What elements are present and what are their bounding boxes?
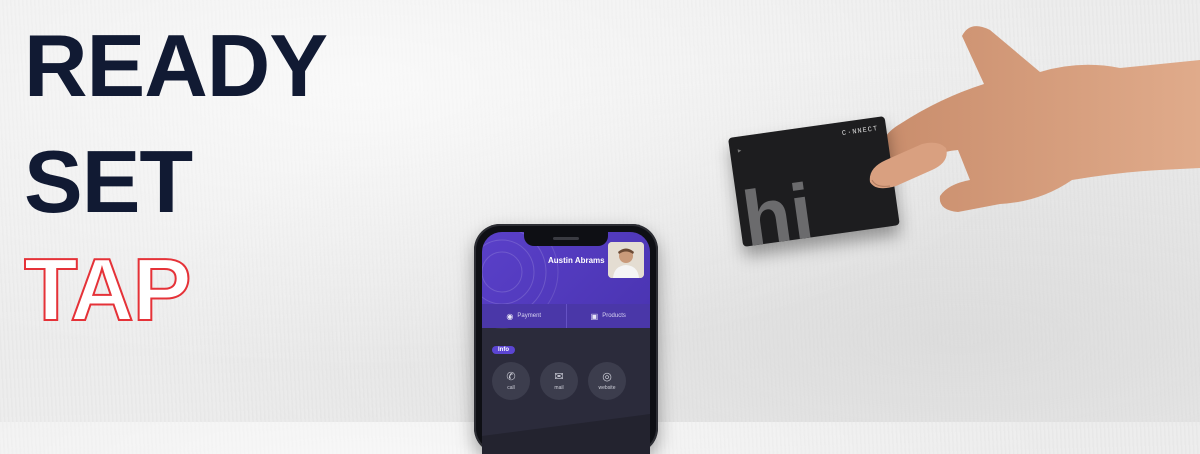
smartphone: Austin Abrams ◉ Payment ▣ Products Info [474,224,658,454]
phone-screen: Austin Abrams ◉ Payment ▣ Products Info [482,232,650,454]
call-button[interactable]: ✆ call [492,362,530,400]
website-button[interactable]: ◎ website [588,362,626,400]
phone-icon: ✆ [506,370,516,383]
phone-notch [524,232,608,246]
money-bag-icon: ◉ [506,311,514,321]
hand-holding-card: ▸ C·NNECT hi [700,20,1200,290]
globe-icon: ◎ [602,370,612,383]
headline-ready: READY [24,16,328,115]
screen-diagonal-decoration [482,414,650,454]
headline-tap: TAP [23,240,192,339]
headline: READY SET TAP [23,16,328,339]
tab-payment[interactable]: ◉ Payment [482,304,566,328]
person-photo-icon [608,242,644,278]
thumb-icon [869,142,947,189]
website-label: website [598,384,616,391]
tab-payment-label: Payment [517,313,542,319]
tab-products-label: Products [602,313,626,319]
mail-button[interactable]: ✉ mail [540,362,578,400]
info-actions: ✆ call ✉ mail ◎ website [492,362,626,400]
info-section-label: Info [492,346,515,354]
profile-name: Austin Abrams [548,256,605,265]
avatar[interactable] [608,242,644,278]
action-tabs: ◉ Payment ▣ Products [482,304,650,328]
headline-set: SET [24,132,193,231]
mail-icon: ✉ [554,370,564,383]
gift-box-icon: ▣ [590,311,599,321]
call-label: call [507,384,515,391]
tab-products[interactable]: ▣ Products [565,304,651,328]
mail-label: mail [554,384,564,391]
